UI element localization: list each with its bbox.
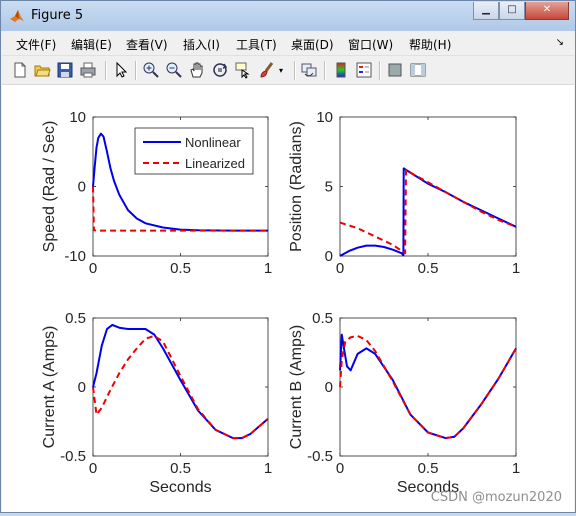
y-tick-label: 0 xyxy=(325,248,333,265)
menu-desktop[interactable]: 桌面(D) xyxy=(291,36,334,53)
open-file-icon[interactable] xyxy=(33,61,51,79)
x-tick-label: 0 xyxy=(89,260,97,277)
x-tick-label: 0.5 xyxy=(418,260,439,277)
y-tick-label: 10 xyxy=(69,109,86,126)
x-axis-label: Seconds xyxy=(149,479,211,496)
maximize-button[interactable]: □ xyxy=(499,2,525,20)
show-plot-tools-icon[interactable] xyxy=(409,61,427,79)
menu-view[interactable]: 查看(V) xyxy=(126,36,168,53)
y-tick-label: -0.5 xyxy=(307,448,333,465)
data-cursor-icon[interactable] xyxy=(234,61,252,79)
edit-plot-arrow-icon[interactable] xyxy=(112,61,130,79)
menu-file[interactable]: 文件(F) xyxy=(16,36,56,53)
menu-insert[interactable]: 插入(I) xyxy=(183,36,220,53)
menu-window[interactable]: 窗口(W) xyxy=(348,36,393,53)
y-tick-label: 0 xyxy=(325,379,333,396)
y-axis-label: Position (Radians) xyxy=(288,121,305,252)
x-tick-label: 0.5 xyxy=(418,460,439,477)
y-axis-label: Current B (Amps) xyxy=(288,325,305,449)
x-tick-label: 0.5 xyxy=(170,460,191,477)
y-tick-label: 0 xyxy=(78,179,86,196)
x-tick-label: 0 xyxy=(336,260,344,277)
y-tick-label: 5 xyxy=(325,179,333,196)
x-tick-label: 0 xyxy=(336,460,344,477)
matlab-logo-icon xyxy=(10,10,24,22)
y-tick-label: 10 xyxy=(316,109,333,126)
legend-icon[interactable] xyxy=(355,61,373,79)
axes-box-3 xyxy=(92,317,269,457)
y-tick-label: -0.5 xyxy=(60,448,86,465)
rotate-3d-icon[interactable] xyxy=(211,61,229,79)
legend-label-linearized: Linearized xyxy=(185,156,245,171)
x-tick-label: 1 xyxy=(264,460,272,477)
y-axis-label: Current A (Amps) xyxy=(41,326,58,449)
x-tick-label: 0.5 xyxy=(170,260,191,277)
menu-edit[interactable]: 编辑(E) xyxy=(71,36,112,53)
axes-box-4 xyxy=(339,317,517,457)
title-bar[interactable]: Figure 5 ▁ □ ✕ xyxy=(1,1,575,31)
pan-hand-icon[interactable] xyxy=(188,61,206,79)
brush-icon[interactable] xyxy=(258,61,276,79)
plot-area: 0 0.5 1-10010Speed (Rad / Sec) NonlinearLin… xyxy=(41,109,520,496)
toolbar: ▾ xyxy=(2,56,574,85)
minimize-button[interactable]: ▁ xyxy=(473,2,499,20)
menu-tools[interactable]: 工具(T) xyxy=(236,36,277,53)
new-figure-icon[interactable] xyxy=(11,61,29,79)
menu-help[interactable]: 帮助(H) xyxy=(409,36,451,53)
colorbar-icon[interactable] xyxy=(332,61,350,79)
menu-dock-arrow-icon[interactable]: ↘ xyxy=(556,37,564,48)
menu-bar: 文件(F) 编辑(E) 查看(V) 插入(I) 工具(T) 桌面(D) 窗口(W… xyxy=(2,33,574,56)
save-icon[interactable] xyxy=(56,61,74,79)
link-plot-icon[interactable] xyxy=(300,61,318,79)
y-tick-label: -10 xyxy=(64,248,86,265)
hide-plot-tools-icon[interactable] xyxy=(386,61,404,79)
legend-label-nonlinear: Nonlinear xyxy=(185,135,241,150)
x-tick-label: 1 xyxy=(264,260,272,277)
y-tick-label: 0.5 xyxy=(65,310,86,327)
close-button[interactable]: ✕ xyxy=(525,2,569,20)
y-tick-label: 0 xyxy=(78,379,86,396)
x-tick-label: 1 xyxy=(512,260,520,277)
axes-box-2 xyxy=(339,116,517,257)
y-axis-label: Speed (Rad / Sec) xyxy=(41,121,58,253)
watermark-text: CSDN @mozun2020 xyxy=(430,490,562,505)
figure-canvas: 0 0.5 1 -10 0 10 Speed (Rad / Sec) Nonlinear Lin… xyxy=(2,85,574,512)
window-title: Figure 5 xyxy=(31,8,84,23)
x-tick-label: 0 xyxy=(89,460,97,477)
zoom-in-icon[interactable] xyxy=(142,61,160,79)
zoom-out-icon[interactable] xyxy=(165,61,183,79)
print-icon[interactable] xyxy=(79,61,97,79)
y-tick-label: 0.5 xyxy=(312,310,333,327)
figure-window: Figure 5 ▁ □ ✕ 文件(F) 编辑(E) 查看(V) 插入(I) 工… xyxy=(0,0,576,513)
x-tick-label: 1 xyxy=(512,460,520,477)
